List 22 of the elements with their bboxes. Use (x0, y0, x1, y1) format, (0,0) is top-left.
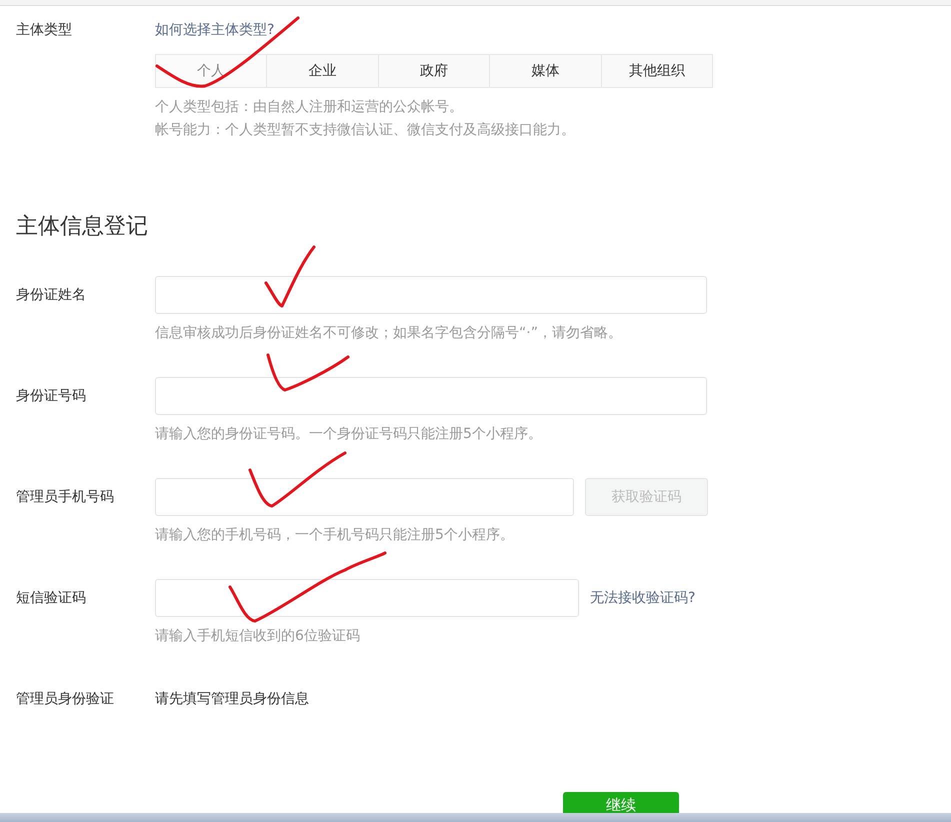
field-label: 管理员身份验证 (16, 690, 114, 709)
field-label: 短信验证码 (16, 589, 86, 608)
field-label: 身份证号码 (16, 387, 86, 406)
help-text: 信息审核成功后身份证姓名不可修改；如果名字包含分隔号“·”，请勿省略。 (155, 324, 623, 343)
handwritten-check-mark (264, 246, 316, 308)
section-title: 主体信息登记 (16, 213, 149, 241)
continue-button[interactable]: 继续 (563, 792, 679, 813)
input-field[interactable] (155, 478, 574, 516)
note-text: 个人类型包括：由自然人注册和运营的公众帐号。 (155, 98, 464, 117)
help-link[interactable]: 无法接收验证码? (590, 588, 696, 608)
help-text: 请输入您的手机号码，一个手机号码只能注册5个小程序。 (155, 526, 515, 545)
help-text: 请输入手机短信收到的6位验证码 (155, 627, 361, 646)
input-field[interactable] (155, 276, 707, 314)
field-label: 主体类型 (16, 21, 72, 40)
note-text: 帐号能力：个人类型暂不支持微信认证、微信支付及高级接口能力。 (155, 121, 576, 140)
help-text: 请输入您的身份证号码。一个身份证号码只能注册5个小程序。 (155, 425, 543, 444)
input-field[interactable] (155, 377, 707, 415)
input-field[interactable] (155, 579, 579, 617)
field-label: 身份证姓名 (16, 286, 86, 305)
field-label: 管理员手机号码 (16, 488, 114, 507)
field-value: 请先填写管理员身份信息 (155, 690, 309, 709)
help-link[interactable]: 如何选择主体类型? (155, 22, 274, 38)
